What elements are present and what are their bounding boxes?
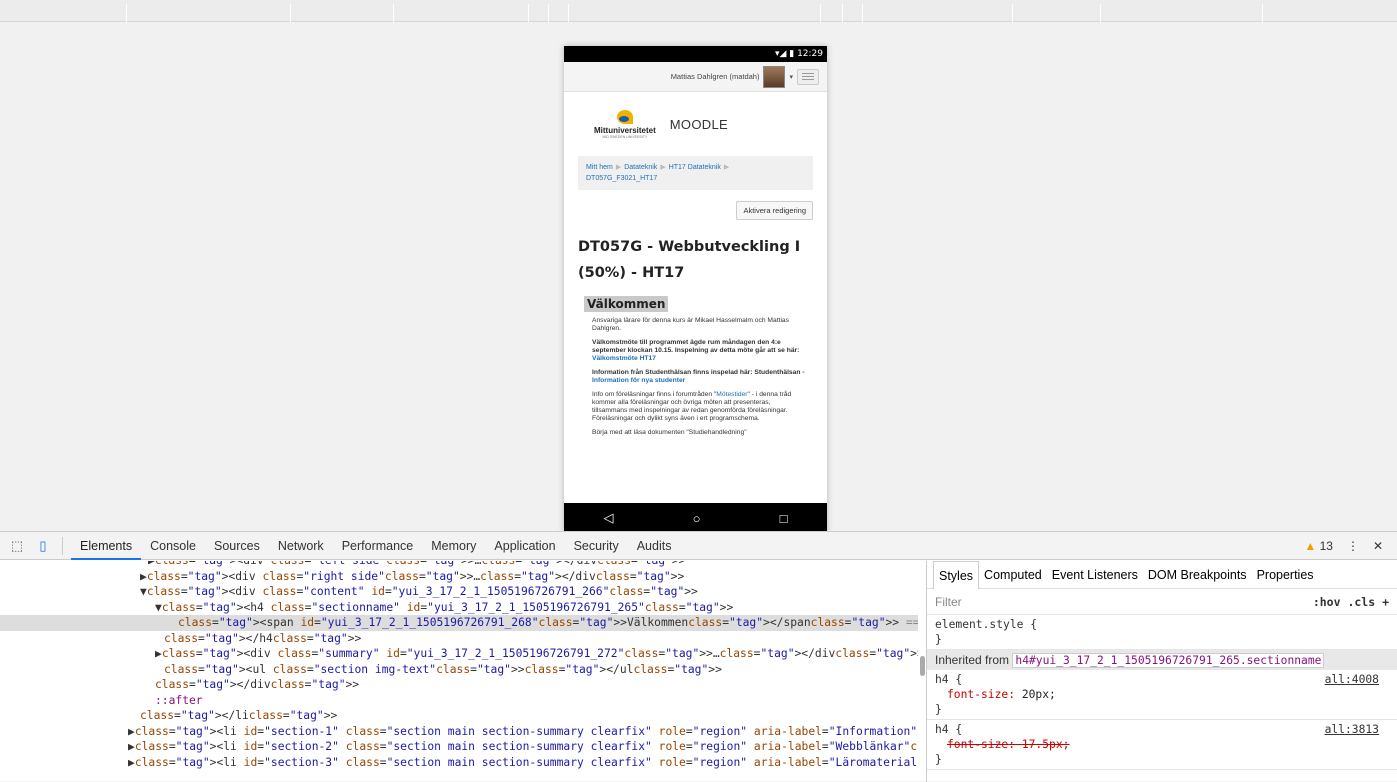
course-title: DT057G - Webbutveckling I (50%) - HT17 (578, 239, 801, 281)
tab-memory[interactable]: Memory (422, 532, 485, 560)
logo-text: Mittuniversitetet (594, 125, 656, 135)
breadcrumb-item-home[interactable]: Mitt hem (586, 164, 613, 171)
status-time: 12:29 (797, 49, 823, 59)
tab-styles[interactable]: Styles (933, 560, 980, 589)
more-options-icon[interactable]: ⋮ (1347, 539, 1359, 553)
welcome-meeting-link[interactable]: Välkomstmöte HT17 (592, 355, 656, 362)
tab-computed[interactable]: Computed (979, 561, 1047, 589)
breadcrumb-item-ht17[interactable]: HT17 Datateknik (669, 164, 721, 171)
device-toggle-icon[interactable]: ▯ (34, 537, 52, 555)
warnings-badge[interactable]: ▲ 13 (1304, 539, 1333, 553)
summary-paragraph: Välkomstmöte till programmet ägde rum må… (592, 339, 800, 362)
inherited-selector-link[interactable]: h4#yui_3_17_2_1_1505196726791_265.sectio… (1012, 653, 1325, 668)
tab-audits[interactable]: Audits (628, 532, 681, 560)
section-name: Välkommen (584, 296, 669, 312)
css-rule[interactable]: h4 { all:3813 font-size: 17.5px;} (927, 720, 1397, 770)
hamburger-menu-button[interactable] (797, 68, 819, 85)
hov-cls-buttons[interactable]: :hov .cls + (1313, 595, 1389, 609)
styles-pane: Styles Computed Event Listeners DOM Brea… (926, 560, 1397, 782)
section-summary: Ansvariga lärare för denna kurs är Mikae… (564, 313, 827, 437)
rule-source-link[interactable]: all:4008 (1325, 672, 1379, 687)
summary-paragraph: Ansvariga lärare för denna kurs är Mikae… (592, 317, 789, 332)
recent-apps-icon[interactable]: □ (780, 511, 788, 526)
page-viewport: ▾◢ ▮ 12:29 Mattias Dahlgren (matdah) ▾ M… (0, 22, 1397, 533)
summary-paragraph: Info om föreläsningar finns i forumtråde… (592, 391, 792, 422)
inherited-header: Inherited from h4#yui_3_17_2_1_150519672… (927, 650, 1397, 670)
user-name[interactable]: Mattias Dahlgren (matdah) (671, 72, 760, 81)
dom-node[interactable]: class="tag"><ul class="section img-text"… (0, 662, 918, 678)
header-logo-area: Mittuniversitetet MID SWEDEN UNIVERSITY … (564, 92, 827, 156)
user-bar: Mattias Dahlgren (matdah) ▾ (564, 62, 827, 92)
breadcrumb-item-datateknik[interactable]: Datateknik (624, 164, 657, 171)
tab-dom-breakpoints[interactable]: DOM Breakpoints (1143, 561, 1252, 589)
logo-icon (616, 109, 633, 124)
tab-application[interactable]: Application (485, 532, 564, 560)
tab-console[interactable]: Console (141, 532, 205, 560)
dom-node[interactable]: ▶class="tag"><li id="section-3" class="s… (0, 755, 918, 771)
meeting-times-link[interactable]: Mötestider (716, 391, 747, 398)
moodle-title: MOODLE (669, 116, 728, 132)
elements-tree: ▶class="tag"><div class="left side"class… (0, 561, 918, 782)
inspect-icon[interactable]: ⬚ (8, 537, 26, 555)
close-icon[interactable]: ✕ (1373, 539, 1383, 553)
styles-tabbar: Styles Computed Event Listeners DOM Brea… (927, 560, 1397, 589)
devtools-tabbar: ⬚ ▯ Elements Console Sources Network Per… (0, 532, 1397, 560)
dom-node[interactable]: class="tag"></divclass="tag">> (0, 677, 918, 693)
dom-node[interactable]: class="tag"></h4class="tag">> (0, 631, 918, 647)
filter-input[interactable]: Filter (935, 595, 962, 609)
selected-dom-node[interactable]: class="tag"><span id="yui_3_17_2_1_15051… (0, 615, 918, 631)
breadcrumb-item-course[interactable]: DT057G_F3021_HT17 (586, 175, 657, 182)
element-style-rule[interactable]: element.style {} (927, 615, 1397, 650)
tab-event-listeners[interactable]: Event Listeners (1047, 561, 1143, 589)
tab-elements[interactable]: Elements (71, 532, 142, 560)
dom-node[interactable]: ▶class="tag"><div class="right side"clas… (0, 569, 918, 585)
tab-performance[interactable]: Performance (333, 532, 423, 560)
summary-paragraph: Börja med att läsa dokumenten "Studiehan… (592, 429, 747, 436)
home-icon[interactable]: ○ (693, 511, 701, 526)
status-bar: ▾◢ ▮ 12:29 (564, 46, 827, 62)
avatar[interactable] (763, 65, 786, 88)
summary-paragraph: Information från Studenthälsan finns ins… (592, 369, 805, 384)
dom-node[interactable]: ::after (0, 693, 918, 709)
tab-properties[interactable]: Properties (1252, 561, 1319, 589)
rule-source-link[interactable]: all:3813 (1325, 722, 1379, 737)
dom-node[interactable]: ▶class="tag"><li id="section-2" class="s… (0, 739, 918, 755)
dom-node[interactable]: class="tag"></liclass="tag">> (0, 708, 918, 724)
enable-editing-button[interactable]: Aktivera redigering (736, 201, 813, 220)
tab-sources[interactable]: Sources (205, 532, 269, 560)
logo-subtext: MID SWEDEN UNIVERSITY (602, 134, 648, 139)
tab-network[interactable]: Network (269, 532, 333, 560)
mobile-device-frame: ▾◢ ▮ 12:29 Mattias Dahlgren (matdah) ▾ M… (564, 46, 827, 533)
device-toolbar (0, 0, 1397, 22)
dom-node[interactable]: ▶class="tag"><div class="summary" id="yu… (0, 646, 918, 662)
breadcrumb: Mitt hem ▶ Datateknik ▶ HT17 Datateknik ▶ DT05… (578, 156, 813, 190)
dom-node[interactable]: ▶class="tag"><li id="section-1" class="s… (0, 724, 918, 740)
css-rule[interactable]: h4 { all:4008 font-size: 20px;} (927, 670, 1397, 720)
devtools-panel: ⬚ ▯ Elements Console Sources Network Per… (0, 531, 1397, 782)
tab-security[interactable]: Security (565, 532, 628, 560)
elements-scrollbar[interactable] (920, 656, 925, 676)
chevron-down-icon[interactable]: ▾ (789, 73, 793, 81)
dom-node[interactable]: ▼class="tag"><div class="content" id="yu… (0, 584, 918, 600)
dom-node[interactable]: ▶class="tag"><div class="left side"class… (0, 561, 918, 569)
styles-filter[interactable]: Filter :hov .cls + (927, 589, 1397, 615)
android-nav-bar: ◁ ○ □ (564, 503, 827, 533)
dom-node[interactable]: ▼class="tag"><h4 class="sectionname" id=… (0, 600, 918, 616)
university-logo[interactable]: Mittuniversitetet MID SWEDEN UNIVERSITY (594, 109, 656, 139)
new-students-info-link[interactable]: Information för nya studenter (592, 377, 685, 384)
warning-icon: ▲ (1304, 538, 1317, 553)
back-icon[interactable]: ◁ (604, 510, 614, 526)
